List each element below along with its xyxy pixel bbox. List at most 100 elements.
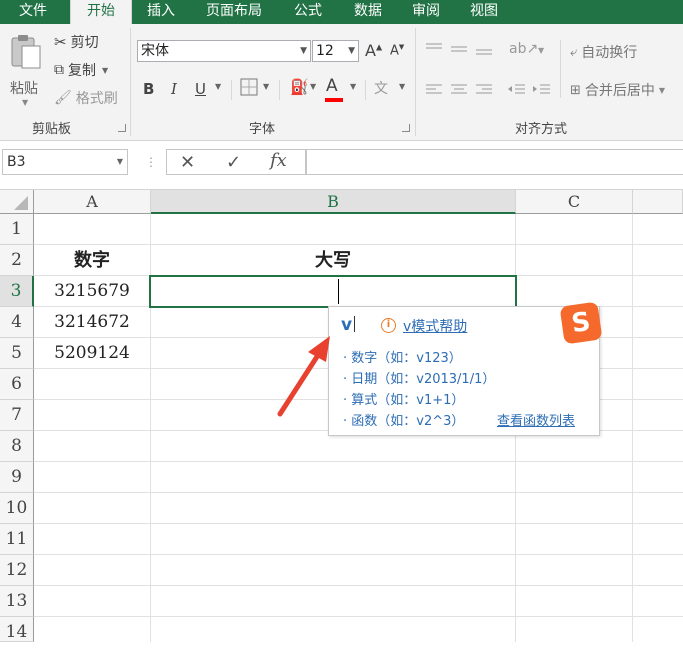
paste-icon (11, 35, 41, 69)
row-header[interactable]: 6 (0, 369, 34, 400)
cell-b2[interactable]: 大写 (151, 245, 515, 276)
grow-font-button[interactable]: A▲ (365, 41, 382, 60)
tab-data[interactable]: 数据 (342, 0, 394, 24)
italic-button[interactable]: I (171, 80, 177, 98)
formula-input[interactable] (306, 149, 683, 175)
orientation-button[interactable]: ab↗ (509, 41, 538, 57)
column-header-a[interactable]: A (34, 190, 151, 214)
clipboard-group-label: 剪贴板 (32, 122, 72, 137)
font-launcher-icon[interactable] (402, 124, 410, 132)
row-header[interactable]: 9 (0, 462, 34, 493)
cell-a2[interactable]: 数字 (34, 245, 150, 276)
row-header[interactable]: 7 (0, 400, 34, 431)
active-cell-b3[interactable] (149, 275, 517, 308)
chevron-down-icon[interactable]: ▼ (310, 82, 316, 91)
row-header[interactable]: 8 (0, 431, 34, 462)
paste-button[interactable]: 粘贴 ▼ (6, 30, 46, 110)
insert-function-button[interactable]: fx (270, 150, 287, 171)
enter-entry-button[interactable]: ✓ (226, 152, 241, 173)
align-bottom-button[interactable] (474, 42, 494, 60)
font-group-label: 字体 (249, 122, 276, 137)
format-painter-button[interactable]: 🖌 格式刷 (54, 88, 118, 108)
column-header-d[interactable] (633, 190, 683, 214)
ime-typed-text: v (341, 315, 356, 335)
row-header[interactable]: 12 (0, 555, 34, 586)
tab-home[interactable]: 开始 (70, 0, 132, 24)
row-header[interactable]: 13 (0, 586, 34, 617)
ime-function-list-link[interactable]: 查看函数列表 (497, 410, 575, 429)
ime-hint-formula: · 算式（如：v1+1） (343, 393, 465, 408)
row-header[interactable]: 4 (0, 307, 34, 338)
column-header-b[interactable]: B (151, 190, 516, 214)
ime-help-link[interactable]: v模式帮助 (403, 316, 467, 336)
cell-a4[interactable]: 3214672 (34, 307, 150, 338)
row-header[interactable]: 14 (0, 617, 34, 642)
cut-button[interactable]: ✂ 剪切 (54, 32, 99, 52)
cell-a5[interactable]: 5209124 (34, 338, 150, 369)
chevron-down-icon[interactable]: ▼ (399, 82, 405, 91)
ime-popup: v i v模式帮助 · 数字（如：v123） · 日期（如：v2013/1/1）… (328, 306, 600, 436)
shrink-font-button[interactable]: A▼ (390, 43, 404, 58)
increase-indent-button[interactable] (532, 82, 552, 100)
decrease-indent-button[interactable] (507, 82, 527, 100)
gridline (632, 214, 633, 642)
chevron-down-icon[interactable]: ▼ (538, 46, 544, 55)
wrap-text-button[interactable]: ⤶ 自动换行 (570, 42, 637, 62)
select-all-corner[interactable] (0, 190, 34, 214)
paste-label: 粘贴 (10, 81, 38, 97)
align-middle-button[interactable] (449, 42, 469, 60)
sogou-logo-icon: S (559, 301, 603, 345)
row-header[interactable]: 1 (0, 214, 34, 245)
chevron-down-icon: ▼ (658, 85, 666, 95)
copy-button[interactable]: ⧉ 复制 ▼ (54, 60, 108, 80)
check-icon: ✓ (226, 152, 242, 173)
chevron-down-icon: ▼ (300, 46, 307, 56)
chevron-down-icon: ▼ (348, 46, 355, 56)
separator (560, 40, 561, 98)
clipboard-launcher-icon[interactable] (118, 124, 126, 132)
chevron-down-icon[interactable]: ▼ (215, 82, 221, 91)
tab-file[interactable]: 文件 (0, 0, 66, 24)
row-header[interactable]: 11 (0, 524, 34, 555)
tab-view[interactable]: 视图 (458, 0, 510, 24)
chevron-down-icon[interactable]: ▼ (263, 82, 269, 91)
fill-color-button[interactable]: ⛽ (290, 78, 309, 96)
column-header-c[interactable]: C (516, 190, 633, 214)
tab-formulas[interactable]: 公式 (282, 0, 334, 24)
row-header[interactable]: 10 (0, 493, 34, 524)
tab-page-layout[interactable]: 页面布局 (196, 0, 272, 24)
group-separator (415, 28, 416, 136)
font-color-button[interactable]: A (325, 76, 343, 102)
gridline (34, 616, 683, 617)
font-name-combo[interactable]: 宋体 ▼ (137, 40, 311, 62)
separator (279, 80, 280, 100)
cancel-entry-button[interactable]: ✕ (180, 152, 195, 173)
name-box[interactable]: B3 ▼ (2, 149, 128, 175)
gridline (34, 554, 683, 555)
merge-center-button[interactable]: ⊞ 合并后居中 ▼ (570, 80, 665, 100)
paint-bucket-icon: ⛽ (290, 78, 309, 96)
align-top-button[interactable] (424, 42, 444, 60)
borders-button[interactable] (240, 78, 258, 100)
phonetic-button[interactable]: 文 (374, 78, 388, 98)
align-left-button[interactable] (424, 82, 444, 100)
row-header-selected[interactable]: 3 (0, 276, 34, 307)
tab-insert[interactable]: 插入 (136, 0, 186, 24)
underline-button[interactable]: U (195, 80, 206, 98)
align-center-button[interactable] (449, 82, 469, 100)
tab-review[interactable]: 审阅 (400, 0, 452, 24)
row-header[interactable]: 5 (0, 338, 34, 369)
phonetic-icon: 文 (374, 81, 388, 97)
align-right-button[interactable] (474, 82, 494, 100)
wrap-text-icon: ⤶ (570, 44, 578, 60)
gridline (34, 523, 683, 524)
row-header[interactable]: 2 (0, 245, 34, 276)
cancel-icon: ✕ (180, 152, 196, 173)
font-size-combo[interactable]: 12 ▼ (312, 40, 359, 62)
bold-button[interactable]: B (143, 80, 154, 98)
cell-a3[interactable]: 3215679 (34, 276, 150, 307)
name-box-value: B3 (7, 154, 26, 170)
chevron-down-icon[interactable]: ▼ (350, 82, 356, 91)
ribbon-home: 粘贴 ▼ ✂ 剪切 ⧉ 复制 ▼ 🖌 格式刷 剪贴板 宋体 ▼ 12 ▼ A▲ … (0, 24, 683, 141)
chevron-down-icon: ▼ (22, 98, 29, 107)
